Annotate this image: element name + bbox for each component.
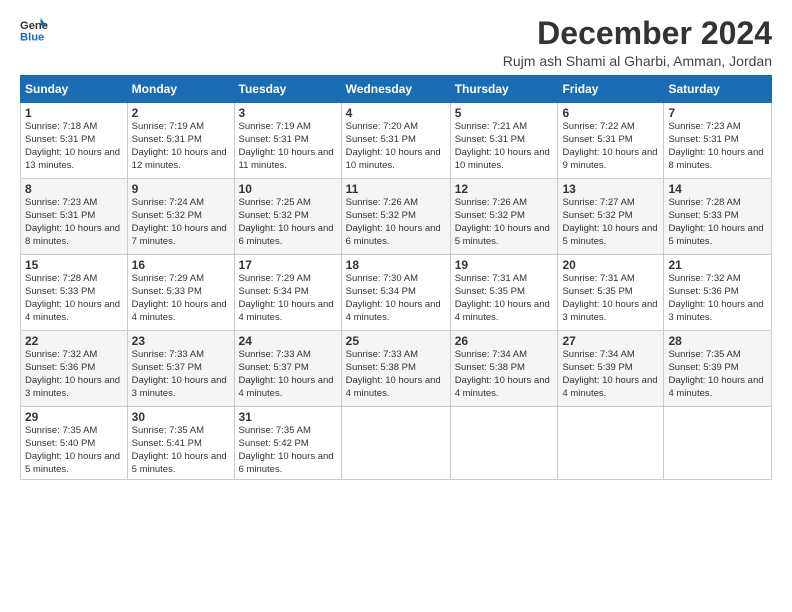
empty-cell-2 (450, 407, 558, 480)
col-thursday: Thursday (450, 76, 558, 103)
day-cell-28: 28 Sunrise: 7:35 AMSunset: 5:39 PMDaylig… (664, 331, 772, 407)
week-row-4: 22 Sunrise: 7:32 AMSunset: 5:36 PMDaylig… (21, 331, 772, 407)
day-cell-22: 22 Sunrise: 7:32 AMSunset: 5:36 PMDaylig… (21, 331, 128, 407)
month-title: December 2024 (503, 16, 772, 51)
empty-cell-3 (558, 407, 664, 480)
day-cell-25: 25 Sunrise: 7:33 AMSunset: 5:38 PMDaylig… (341, 331, 450, 407)
title-section: December 2024 Rujm ash Shami al Gharbi, … (503, 16, 772, 69)
col-monday: Monday (127, 76, 234, 103)
location: Rujm ash Shami al Gharbi, Amman, Jordan (503, 53, 772, 69)
col-sunday: Sunday (21, 76, 128, 103)
header: General Blue December 2024 Rujm ash Sham… (20, 16, 772, 69)
col-tuesday: Tuesday (234, 76, 341, 103)
empty-cell-4 (664, 407, 772, 480)
empty-cell-1 (341, 407, 450, 480)
day-cell-2: 2 Sunrise: 7:19 AMSunset: 5:31 PMDayligh… (127, 103, 234, 179)
logo: General Blue (20, 16, 50, 44)
col-wednesday: Wednesday (341, 76, 450, 103)
header-row: Sunday Monday Tuesday Wednesday Thursday… (21, 76, 772, 103)
week-row-1: 1 Sunrise: 7:18 AMSunset: 5:31 PMDayligh… (21, 103, 772, 179)
day-cell-16: 16 Sunrise: 7:29 AMSunset: 5:33 PMDaylig… (127, 255, 234, 331)
day-cell-29: 29 Sunrise: 7:35 AMSunset: 5:40 PMDaylig… (21, 407, 128, 480)
day-cell-6: 6 Sunrise: 7:22 AMSunset: 5:31 PMDayligh… (558, 103, 664, 179)
week-row-3: 15 Sunrise: 7:28 AMSunset: 5:33 PMDaylig… (21, 255, 772, 331)
week-row-2: 8 Sunrise: 7:23 AMSunset: 5:31 PMDayligh… (21, 179, 772, 255)
day-cell-17: 17 Sunrise: 7:29 AMSunset: 5:34 PMDaylig… (234, 255, 341, 331)
day-cell-31: 31 Sunrise: 7:35 AMSunset: 5:42 PMDaylig… (234, 407, 341, 480)
day-cell-1: 1 Sunrise: 7:18 AMSunset: 5:31 PMDayligh… (21, 103, 128, 179)
calendar-table: Sunday Monday Tuesday Wednesday Thursday… (20, 75, 772, 480)
day-cell-26: 26 Sunrise: 7:34 AMSunset: 5:38 PMDaylig… (450, 331, 558, 407)
day-cell-7: 7 Sunrise: 7:23 AMSunset: 5:31 PMDayligh… (664, 103, 772, 179)
day-cell-8: 8 Sunrise: 7:23 AMSunset: 5:31 PMDayligh… (21, 179, 128, 255)
day-cell-30: 30 Sunrise: 7:35 AMSunset: 5:41 PMDaylig… (127, 407, 234, 480)
logo-icon: General Blue (20, 16, 48, 44)
day-cell-24: 24 Sunrise: 7:33 AMSunset: 5:37 PMDaylig… (234, 331, 341, 407)
day-cell-15: 15 Sunrise: 7:28 AMSunset: 5:33 PMDaylig… (21, 255, 128, 331)
svg-text:General: General (20, 20, 48, 32)
day-cell-27: 27 Sunrise: 7:34 AMSunset: 5:39 PMDaylig… (558, 331, 664, 407)
day-cell-12: 12 Sunrise: 7:26 AMSunset: 5:32 PMDaylig… (450, 179, 558, 255)
day-cell-9: 9 Sunrise: 7:24 AMSunset: 5:32 PMDayligh… (127, 179, 234, 255)
day-cell-11: 11 Sunrise: 7:26 AMSunset: 5:32 PMDaylig… (341, 179, 450, 255)
calendar-page: General Blue December 2024 Rujm ash Sham… (0, 0, 792, 612)
day-cell-5: 5 Sunrise: 7:21 AMSunset: 5:31 PMDayligh… (450, 103, 558, 179)
day-cell-4: 4 Sunrise: 7:20 AMSunset: 5:31 PMDayligh… (341, 103, 450, 179)
day-cell-19: 19 Sunrise: 7:31 AMSunset: 5:35 PMDaylig… (450, 255, 558, 331)
week-row-5: 29 Sunrise: 7:35 AMSunset: 5:40 PMDaylig… (21, 407, 772, 480)
day-cell-10: 10 Sunrise: 7:25 AMSunset: 5:32 PMDaylig… (234, 179, 341, 255)
day-cell-14: 14 Sunrise: 7:28 AMSunset: 5:33 PMDaylig… (664, 179, 772, 255)
day-cell-3: 3 Sunrise: 7:19 AMSunset: 5:31 PMDayligh… (234, 103, 341, 179)
day-cell-18: 18 Sunrise: 7:30 AMSunset: 5:34 PMDaylig… (341, 255, 450, 331)
day-cell-13: 13 Sunrise: 7:27 AMSunset: 5:32 PMDaylig… (558, 179, 664, 255)
col-saturday: Saturday (664, 76, 772, 103)
day-cell-21: 21 Sunrise: 7:32 AMSunset: 5:36 PMDaylig… (664, 255, 772, 331)
col-friday: Friday (558, 76, 664, 103)
day-cell-20: 20 Sunrise: 7:31 AMSunset: 5:35 PMDaylig… (558, 255, 664, 331)
svg-text:Blue: Blue (20, 31, 44, 43)
day-cell-23: 23 Sunrise: 7:33 AMSunset: 5:37 PMDaylig… (127, 331, 234, 407)
